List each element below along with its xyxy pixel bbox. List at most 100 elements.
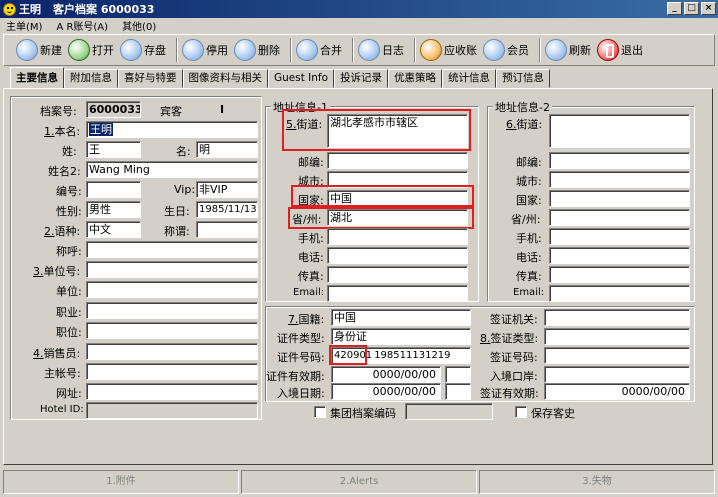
address2-postcode-label: 邮编:	[516, 156, 542, 169]
disable-button[interactable]: 停用	[182, 36, 228, 64]
hotel-id-label: Hotel ID:	[40, 404, 84, 415]
salesperson-input[interactable]	[86, 343, 258, 360]
occupation-input[interactable]	[86, 302, 258, 319]
delete-button[interactable]: 删除	[234, 36, 280, 64]
open-button[interactable]: 打开	[68, 36, 114, 64]
address2-mobile-label: 手机:	[516, 232, 542, 245]
id-type-label: 证件类型:	[277, 332, 325, 345]
toolbar-separator	[176, 38, 178, 62]
merge-button[interactable]: 合并	[296, 36, 342, 64]
address1-email-label: Email:	[293, 287, 325, 298]
id-valid-extra[interactable]	[445, 366, 471, 383]
birthday-input[interactable]: 1985/11/13	[196, 201, 258, 218]
position-label: 职位:	[56, 326, 82, 339]
menu-other[interactable]: 其他(0)	[122, 18, 156, 33]
group-code-checkbox[interactable]	[314, 406, 326, 418]
address2-mobile-input[interactable]	[549, 228, 690, 245]
member-button[interactable]: 会员	[483, 36, 529, 64]
new-button[interactable]: 新建	[16, 36, 62, 64]
menu-main[interactable]: 主单(M)	[6, 18, 42, 33]
address1-email-input[interactable]	[327, 285, 468, 302]
address2-street-input[interactable]	[549, 114, 690, 148]
master-account-input[interactable]	[86, 363, 258, 380]
maximize-button[interactable]: □	[684, 2, 699, 15]
occupation-label: 职业:	[56, 306, 82, 319]
code-label: 编号:	[56, 185, 82, 198]
entry-date-extra[interactable]	[445, 383, 471, 400]
address2-country-select[interactable]	[549, 190, 690, 207]
tab-images[interactable]: 图像资料与相关	[182, 69, 268, 88]
nationality-select[interactable]: 中国	[331, 309, 471, 326]
visa-type-select[interactable]	[544, 328, 690, 345]
address1-phone-input[interactable]	[327, 247, 468, 264]
keep-guest-history-checkbox[interactable]	[515, 406, 527, 418]
address1-postcode-input[interactable]	[327, 152, 468, 169]
address2-phone-input[interactable]	[549, 247, 690, 264]
language-select[interactable]: 中文	[86, 221, 141, 238]
address2-city-input[interactable]	[549, 171, 690, 188]
status-lost-found[interactable]: 3.失物	[479, 470, 715, 494]
tab-reservations[interactable]: 预订信息	[496, 69, 551, 88]
visa-no-input[interactable]	[544, 347, 690, 364]
title-input[interactable]	[86, 241, 258, 258]
refresh-button[interactable]: 刷新	[545, 36, 591, 64]
address2-province-input[interactable]	[549, 209, 690, 226]
id-type-select[interactable]: 身份证	[331, 328, 471, 345]
gender-select[interactable]: 男性	[86, 201, 141, 218]
address1-fax-input[interactable]	[327, 266, 468, 283]
menu-ar-account[interactable]: A R账号(A)	[56, 18, 108, 33]
code-input[interactable]	[86, 181, 141, 198]
exit-button[interactable]: 退出	[597, 36, 643, 64]
tab-discounts[interactable]: 优惠策略	[388, 69, 443, 88]
tab-guest-info[interactable]: Guest Info	[268, 69, 335, 88]
given-name-input[interactable]: 明	[196, 141, 258, 158]
open-icon	[68, 39, 90, 61]
close-button[interactable]: ×	[701, 2, 716, 15]
tab-complaints[interactable]: 投诉记录	[334, 69, 389, 88]
birthday-label: 生日:	[164, 205, 190, 218]
entry-date-input[interactable]: 0000/00/00	[331, 383, 441, 400]
hotel-id-field	[86, 402, 258, 419]
address1-mobile-input[interactable]	[327, 228, 468, 245]
address2-postcode-input[interactable]	[549, 152, 690, 169]
tab-statistics[interactable]: 统计信息	[442, 69, 497, 88]
name2-input[interactable]: Wang Ming	[86, 161, 258, 178]
company-input[interactable]	[86, 281, 258, 298]
entry-port-input[interactable]	[544, 366, 690, 383]
position-input[interactable]	[86, 322, 258, 339]
receivable-button[interactable]: 应收账	[420, 36, 477, 64]
tab-preferences[interactable]: 喜好与特要	[118, 69, 183, 88]
visa-valid-input[interactable]: 0000/00/00	[544, 383, 690, 400]
surname-input[interactable]: 王	[86, 141, 141, 158]
tab-additional-info[interactable]: 附加信息	[64, 69, 118, 88]
visa-type-label: 8.签证类型:	[480, 332, 539, 345]
tab-main-info[interactable]: 主要信息	[10, 67, 64, 88]
status-attachments[interactable]: 1.附件	[3, 470, 239, 494]
save-button[interactable]: 存盘	[120, 36, 166, 64]
salutation-select[interactable]	[196, 221, 258, 238]
file-no-label: 档案号:	[40, 105, 77, 118]
refresh-globe-icon	[545, 39, 567, 61]
guest-type-label: 宾客	[160, 105, 182, 118]
address2-phone-label: 电话:	[516, 251, 542, 264]
id-valid-input[interactable]: 0000/00/00	[331, 366, 441, 383]
address1-fax-label: 传真:	[298, 270, 324, 283]
highlight-country	[291, 185, 474, 207]
minimize-button[interactable]: _	[667, 2, 682, 15]
log-button[interactable]: 日志	[358, 36, 404, 64]
master-account-label: 主帐号:	[44, 367, 81, 380]
address2-email-input[interactable]	[549, 285, 690, 302]
vip-select[interactable]: 非VIP	[196, 181, 258, 198]
address2-fax-input[interactable]	[549, 266, 690, 283]
company-no-input[interactable]	[86, 261, 258, 278]
receivable-icon	[420, 39, 442, 61]
log-icon	[358, 39, 380, 61]
visa-authority-input[interactable]	[544, 309, 690, 326]
website-input[interactable]	[86, 383, 258, 400]
company-label: 单位:	[56, 285, 82, 298]
surname-label: 姓:	[62, 145, 77, 158]
local-name-input[interactable]: 王明	[86, 121, 258, 138]
status-alerts[interactable]: 2.Alerts	[241, 470, 477, 494]
id-valid-label: 证件有效期:	[266, 370, 325, 383]
toolbar-separator	[352, 38, 354, 62]
